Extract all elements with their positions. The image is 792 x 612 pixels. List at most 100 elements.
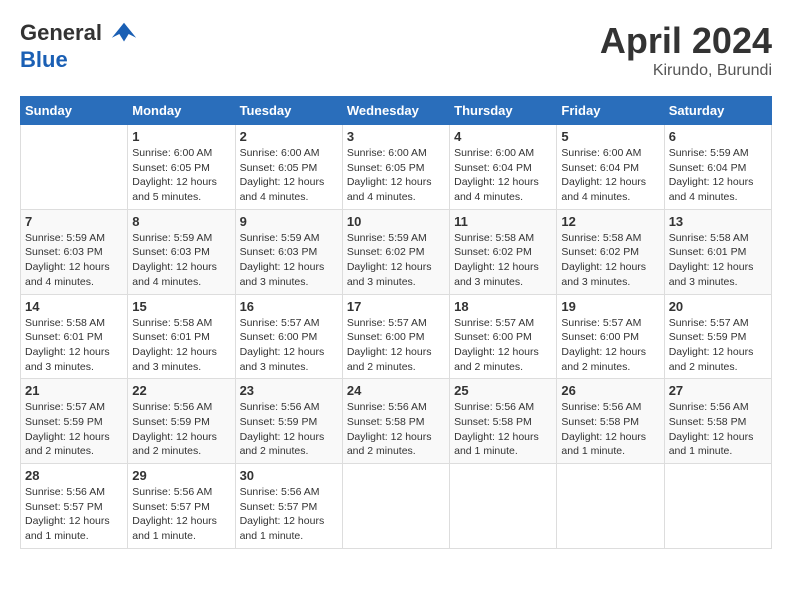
- logo-line1: General: [20, 20, 102, 45]
- calendar-cell: 14Sunrise: 5:58 AM Sunset: 6:01 PM Dayli…: [21, 294, 128, 379]
- calendar-cell: 12Sunrise: 5:58 AM Sunset: 6:02 PM Dayli…: [557, 209, 664, 294]
- day-info: Sunrise: 5:56 AM Sunset: 5:58 PM Dayligh…: [561, 400, 659, 459]
- calendar-cell: 4 Sunrise: 6:00 AM Sunset: 6:04 PM Daylig…: [450, 125, 557, 210]
- day-number: 25: [454, 383, 552, 398]
- header-day-saturday: Saturday: [664, 97, 771, 125]
- calendar-cell: 13Sunrise: 5:58 AM Sunset: 6:01 PM Dayli…: [664, 209, 771, 294]
- day-info: Sunrise: 5:57 AM Sunset: 6:00 PM Dayligh…: [561, 316, 659, 375]
- calendar-cell: 3Sunrise: 6:00 AM Sunset: 6:05 PM Daylig…: [342, 125, 449, 210]
- calendar-header-row: SundayMondayTuesdayWednesdayThursdayFrid…: [21, 97, 772, 125]
- calendar-cell: 24Sunrise: 5:56 AM Sunset: 5:58 PM Dayli…: [342, 379, 449, 464]
- calendar-week-1: 1Sunrise: 6:00 AM Sunset: 6:05 PM Daylig…: [21, 125, 772, 210]
- day-number: 27: [669, 383, 767, 398]
- calendar-cell: [342, 464, 449, 549]
- calendar-cell: 18Sunrise: 5:57 AM Sunset: 6:00 PM Dayli…: [450, 294, 557, 379]
- day-info: Sunrise: 5:56 AM Sunset: 5:59 PM Dayligh…: [240, 400, 338, 459]
- calendar-cell: 2Sunrise: 6:00 AM Sunset: 6:05 PM Daylig…: [235, 125, 342, 210]
- day-number: 20: [669, 299, 767, 314]
- day-info: Sunrise: 5:59 AM Sunset: 6:04 PM Dayligh…: [669, 146, 767, 205]
- day-number: 21: [25, 383, 123, 398]
- day-info: Sunrise: 5:59 AM Sunset: 6:02 PM Dayligh…: [347, 231, 445, 290]
- day-number: 7: [25, 214, 123, 229]
- day-number: 29: [132, 468, 230, 483]
- day-info: Sunrise: 5:57 AM Sunset: 5:59 PM Dayligh…: [25, 400, 123, 459]
- header-day-friday: Friday: [557, 97, 664, 125]
- day-info: Sunrise: 5:56 AM Sunset: 5:57 PM Dayligh…: [132, 485, 230, 544]
- day-info: Sunrise: 5:58 AM Sunset: 6:01 PM Dayligh…: [132, 316, 230, 375]
- day-number: 18: [454, 299, 552, 314]
- day-info: Sunrise: 5:57 AM Sunset: 5:59 PM Dayligh…: [669, 316, 767, 375]
- calendar-cell: 11 Sunrise: 5:58 AM Sunset: 6:02 PM Dayli…: [450, 209, 557, 294]
- day-number: 5: [561, 129, 659, 144]
- calendar-cell: [21, 125, 128, 210]
- day-number: 8: [132, 214, 230, 229]
- calendar-cell: [664, 464, 771, 549]
- page-header: General Blue April 2024 Kirundo, Burundi: [20, 20, 772, 80]
- day-info: Sunrise: 5:56 AM Sunset: 5:58 PM Dayligh…: [669, 400, 767, 459]
- calendar-cell: 30 Sunrise: 5:56 AM Sunset: 5:57 PM Dayli…: [235, 464, 342, 549]
- day-number: 13: [669, 214, 767, 229]
- day-info: Sunrise: 5:56 AM Sunset: 5:58 PM Dayligh…: [454, 400, 552, 459]
- day-info: Sunrise: 6:00 AM Sunset: 6:05 PM Dayligh…: [347, 146, 445, 205]
- logo-text: General Blue: [20, 20, 138, 72]
- calendar-week-2: 7 Sunrise: 5:59 AM Sunset: 6:03 PM Daylig…: [21, 209, 772, 294]
- day-number: 11: [454, 214, 552, 229]
- day-info: Sunrise: 5:56 AM Sunset: 5:59 PM Dayligh…: [132, 400, 230, 459]
- day-number: 24: [347, 383, 445, 398]
- calendar-cell: 25 Sunrise: 5:56 AM Sunset: 5:58 PM Dayli…: [450, 379, 557, 464]
- day-info: Sunrise: 5:59 AM Sunset: 6:03 PM Dayligh…: [240, 231, 338, 290]
- calendar-cell: 26 Sunrise: 5:56 AM Sunset: 5:58 PM Dayli…: [557, 379, 664, 464]
- calendar-cell: 27 Sunrise: 5:56 AM Sunset: 5:58 PM Dayli…: [664, 379, 771, 464]
- day-info: Sunrise: 5:56 AM Sunset: 5:57 PM Dayligh…: [240, 485, 338, 544]
- day-info: Sunrise: 5:56 AM Sunset: 5:57 PM Dayligh…: [25, 485, 123, 544]
- day-number: 22: [132, 383, 230, 398]
- calendar-cell: 1Sunrise: 6:00 AM Sunset: 6:05 PM Daylig…: [128, 125, 235, 210]
- month-title: April 2024: [600, 20, 772, 62]
- day-info: Sunrise: 6:00 AM Sunset: 6:05 PM Dayligh…: [132, 146, 230, 205]
- day-number: 6: [669, 129, 767, 144]
- calendar-week-4: 21 Sunrise: 5:57 AM Sunset: 5:59 PM Dayli…: [21, 379, 772, 464]
- calendar-cell: 7Sunrise: 5:59 AM Sunset: 6:03 PM Daylig…: [21, 209, 128, 294]
- calendar-cell: 8Sunrise: 5:59 AM Sunset: 6:03 PM Daylig…: [128, 209, 235, 294]
- day-info: Sunrise: 6:00 AM Sunset: 6:04 PM Dayligh…: [454, 146, 552, 205]
- day-info: Sunrise: 5:57 AM Sunset: 6:00 PM Dayligh…: [347, 316, 445, 375]
- day-number: 12: [561, 214, 659, 229]
- calendar-cell: 9 Sunrise: 5:59 AM Sunset: 6:03 PM Daylig…: [235, 209, 342, 294]
- calendar-cell: 6 Sunrise: 5:59 AM Sunset: 6:04 PM Daylig…: [664, 125, 771, 210]
- calendar-cell: 5 Sunrise: 6:00 AM Sunset: 6:04 PM Daylig…: [557, 125, 664, 210]
- day-number: 10: [347, 214, 445, 229]
- day-number: 17: [347, 299, 445, 314]
- calendar-table: SundayMondayTuesdayWednesdayThursdayFrid…: [20, 96, 772, 549]
- day-info: Sunrise: 6:00 AM Sunset: 6:04 PM Dayligh…: [561, 146, 659, 205]
- calendar-cell: 17 Sunrise: 5:57 AM Sunset: 6:00 PM Dayli…: [342, 294, 449, 379]
- day-number: 23: [240, 383, 338, 398]
- logo: General Blue: [20, 20, 138, 72]
- day-number: 14: [25, 299, 123, 314]
- day-number: 30: [240, 468, 338, 483]
- calendar-week-3: 14 Sunrise: 5:58 AM Sunset: 6:01 PM Dayli…: [21, 294, 772, 379]
- logo-line2: Blue: [20, 47, 68, 72]
- logo-bird-icon: [110, 20, 138, 48]
- calendar-cell: [557, 464, 664, 549]
- calendar-cell: 20 Sunrise: 5:57 AM Sunset: 5:59 PM Dayli…: [664, 294, 771, 379]
- calendar-week-5: 28Sunrise: 5:56 AM Sunset: 5:57 PM Dayli…: [21, 464, 772, 549]
- day-number: 15: [132, 299, 230, 314]
- day-number: 19: [561, 299, 659, 314]
- header-day-tuesday: Tuesday: [235, 97, 342, 125]
- calendar-cell: 23 Sunrise: 5:56 AM Sunset: 5:59 PM Dayli…: [235, 379, 342, 464]
- header-day-sunday: Sunday: [21, 97, 128, 125]
- calendar-cell: [450, 464, 557, 549]
- calendar-cell: 29 Sunrise: 5:56 AM Sunset: 5:57 PM Dayli…: [128, 464, 235, 549]
- header-day-thursday: Thursday: [450, 97, 557, 125]
- calendar-cell: 21 Sunrise: 5:57 AM Sunset: 5:59 PM Dayli…: [21, 379, 128, 464]
- day-number: 26: [561, 383, 659, 398]
- header-day-monday: Monday: [128, 97, 235, 125]
- day-number: 16: [240, 299, 338, 314]
- day-number: 9: [240, 214, 338, 229]
- day-info: Sunrise: 6:00 AM Sunset: 6:05 PM Dayligh…: [240, 146, 338, 205]
- calendar-cell: 22 Sunrise: 5:56 AM Sunset: 5:59 PM Dayli…: [128, 379, 235, 464]
- day-number: 4: [454, 129, 552, 144]
- day-info: Sunrise: 5:58 AM Sunset: 6:02 PM Dayligh…: [454, 231, 552, 290]
- title-area: April 2024 Kirundo, Burundi: [600, 20, 772, 80]
- calendar-cell: 16Sunrise: 5:57 AM Sunset: 6:00 PM Dayli…: [235, 294, 342, 379]
